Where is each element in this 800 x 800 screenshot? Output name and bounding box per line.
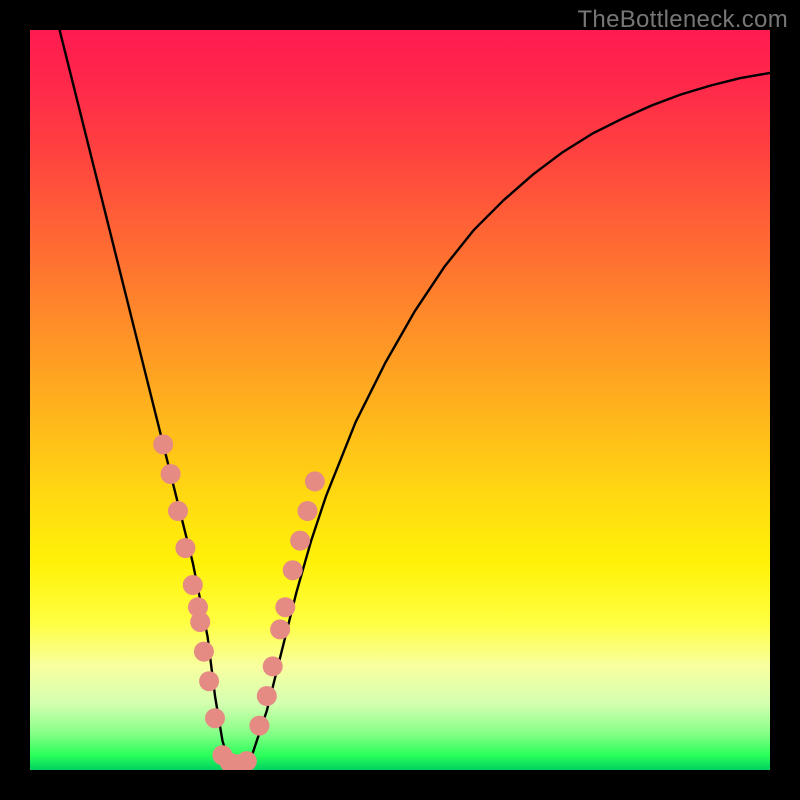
marker-right-cluster	[298, 501, 318, 521]
bottleneck-curve	[60, 30, 770, 766]
marker-left-cluster	[199, 671, 219, 691]
marker-left-cluster	[205, 708, 225, 728]
marker-left-cluster	[194, 642, 214, 662]
marker-left-cluster	[153, 434, 173, 454]
marker-right-cluster	[257, 686, 277, 706]
marker-left-cluster	[175, 538, 195, 558]
marker-left-cluster	[190, 612, 210, 632]
marker-right-cluster	[270, 619, 290, 639]
marker-right-cluster	[290, 531, 310, 551]
marker-right-cluster	[249, 716, 269, 736]
marker-bottom-cluster	[237, 751, 257, 770]
marker-right-cluster	[283, 560, 303, 580]
plot-area	[30, 30, 770, 770]
chart-stage: TheBottleneck.com	[0, 0, 800, 800]
marker-bottom-cluster	[225, 754, 245, 770]
marker-bottom-cluster	[231, 754, 251, 770]
marker-left-cluster	[161, 464, 181, 484]
marker-right-cluster	[305, 471, 325, 491]
marker-right-cluster	[263, 656, 283, 676]
curve-svg	[30, 30, 770, 770]
marker-right-cluster	[275, 597, 295, 617]
marker-left-cluster	[188, 597, 208, 617]
marker-bottom-cluster	[212, 745, 232, 765]
markers	[153, 434, 325, 770]
marker-left-cluster	[168, 501, 188, 521]
marker-left-cluster	[183, 575, 203, 595]
marker-bottom-cluster	[220, 753, 240, 770]
